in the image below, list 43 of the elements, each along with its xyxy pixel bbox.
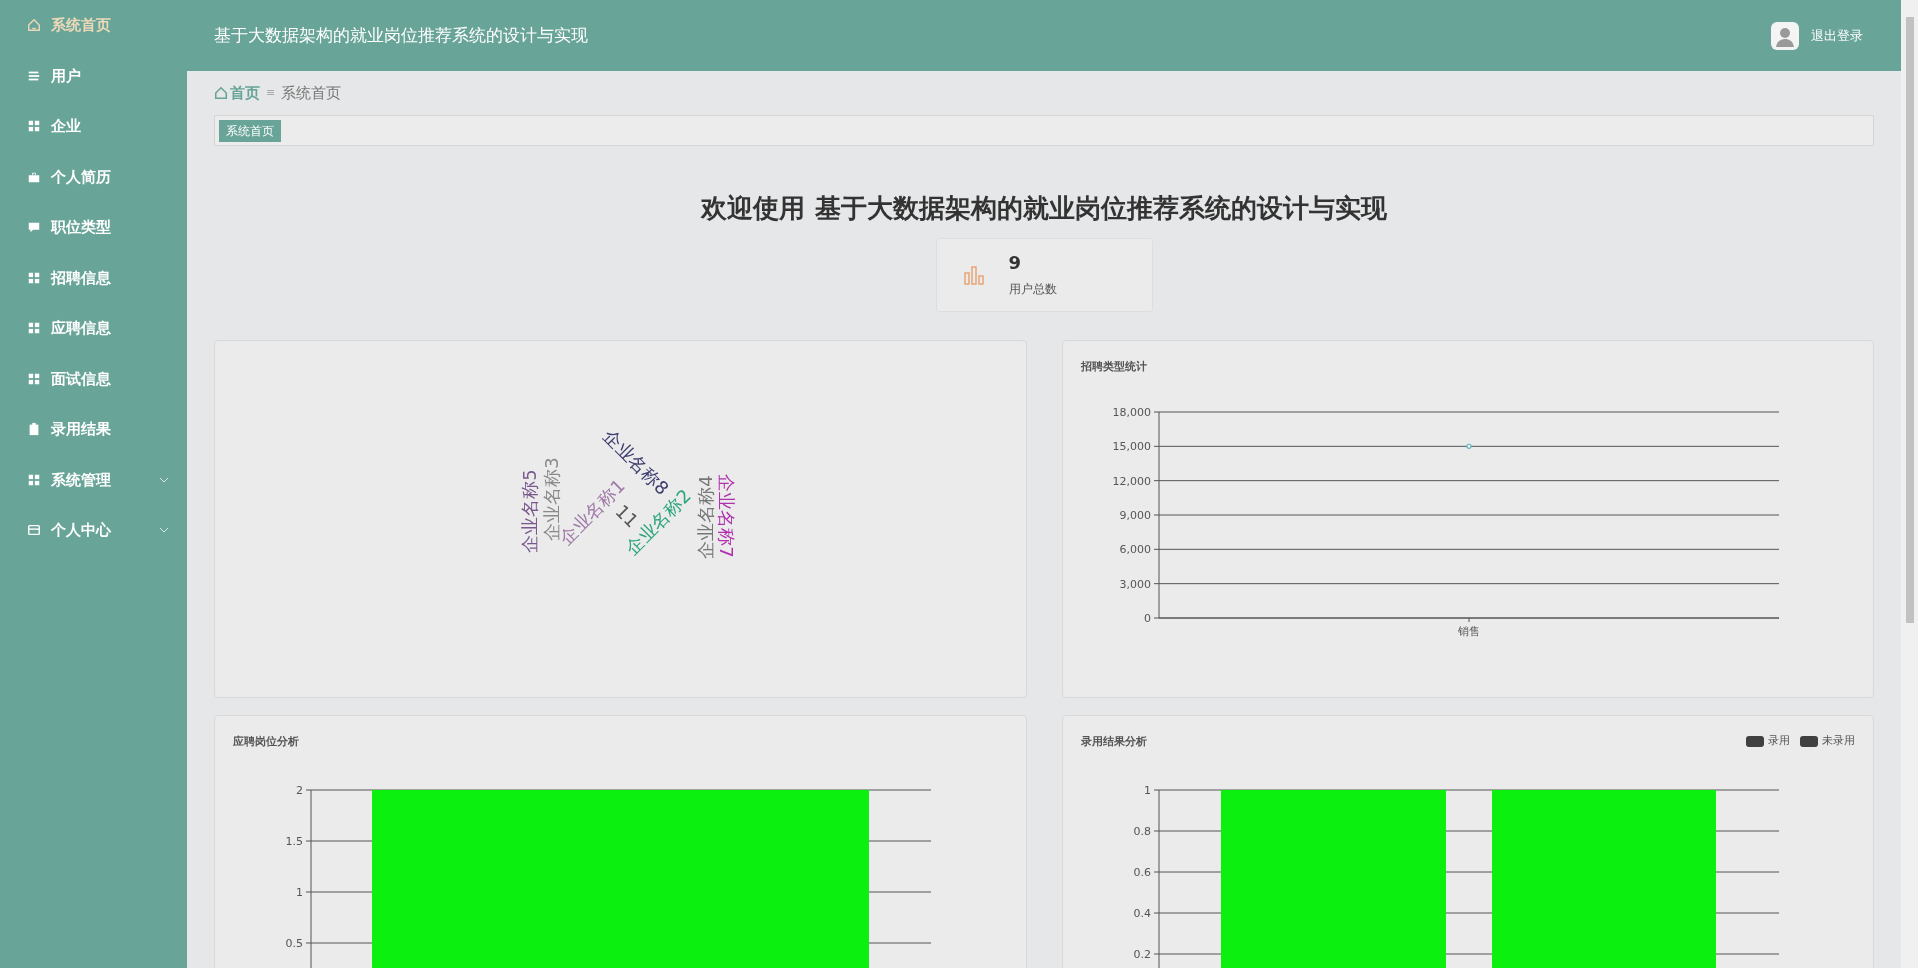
chart-title: 录用结果分析 [1080, 734, 1147, 750]
y-tick-label: 12,000 [1112, 474, 1151, 488]
app-title: 基于大数据架构的就业岗位推荐系统的设计与实现 [214, 23, 589, 47]
y-tick-label: 18,000 [1112, 406, 1151, 419]
cloud-word: 企业名称4 [695, 475, 716, 559]
y-tick-label: 0.2 [1133, 948, 1151, 961]
sidebar-label: 录用结果 [51, 419, 112, 440]
legend-label: 录用 [1768, 733, 1790, 749]
y-tick-label: 3,000 [1119, 577, 1151, 591]
legend-label: 未录用 [1822, 733, 1855, 749]
y-tick-label: 0.4 [1133, 907, 1151, 920]
sidebar-label: 系统首页 [51, 15, 112, 36]
x-tick-label: 销售 [1457, 625, 1480, 638]
stat-value: 9 [1008, 252, 1023, 274]
chart-title: 应聘岗位分析 [233, 734, 299, 750]
y-tick-label: 1 [1143, 784, 1151, 797]
breadcrumb-separator: ≡ [266, 84, 276, 101]
sidebar-label: 招聘信息 [51, 267, 112, 289]
sidebar-label: 个人中心 [51, 520, 112, 541]
y-tick-label: 0.5 [285, 937, 303, 950]
y-tick-label: 6,000 [1119, 543, 1151, 557]
cloud-word: 企业名称3 [541, 457, 562, 541]
y-tick-label: 1.5 [285, 835, 303, 848]
stat-label: 用户总数 [1008, 281, 1057, 298]
y-tick-label: 0.6 [1133, 866, 1151, 879]
breadcrumb-current: 系统首页 [281, 82, 342, 104]
y-tick-label: 0.8 [1133, 825, 1151, 838]
y-tick-label: 1 [296, 886, 303, 899]
cloud-word: 企业名称7 [716, 474, 737, 558]
y-tick-label: 9,000 [1119, 509, 1151, 522]
welcome-title: 欢迎使用 基于大数据架构的就业岗位推荐系统的设计与实现 [699, 192, 1388, 224]
sidebar-label: 职位类型 [51, 217, 112, 238]
cloud-word: 企业名称5 [519, 469, 540, 553]
sidebar-label: 面试信息 [51, 368, 112, 390]
sidebar-label: 用户 [51, 65, 82, 87]
sidebar-label: 企业 [51, 116, 82, 137]
sidebar-label: 应聘信息 [51, 318, 112, 339]
sidebar-label: 系统管理 [51, 469, 112, 491]
sidebar-label: 个人简历 [51, 166, 112, 188]
y-tick-label: 2 [296, 784, 303, 797]
y-tick-label: 0 [1143, 612, 1151, 625]
y-tick-label: 15,000 [1112, 440, 1151, 454]
chart-title: 招聘类型统计 [1080, 359, 1147, 375]
